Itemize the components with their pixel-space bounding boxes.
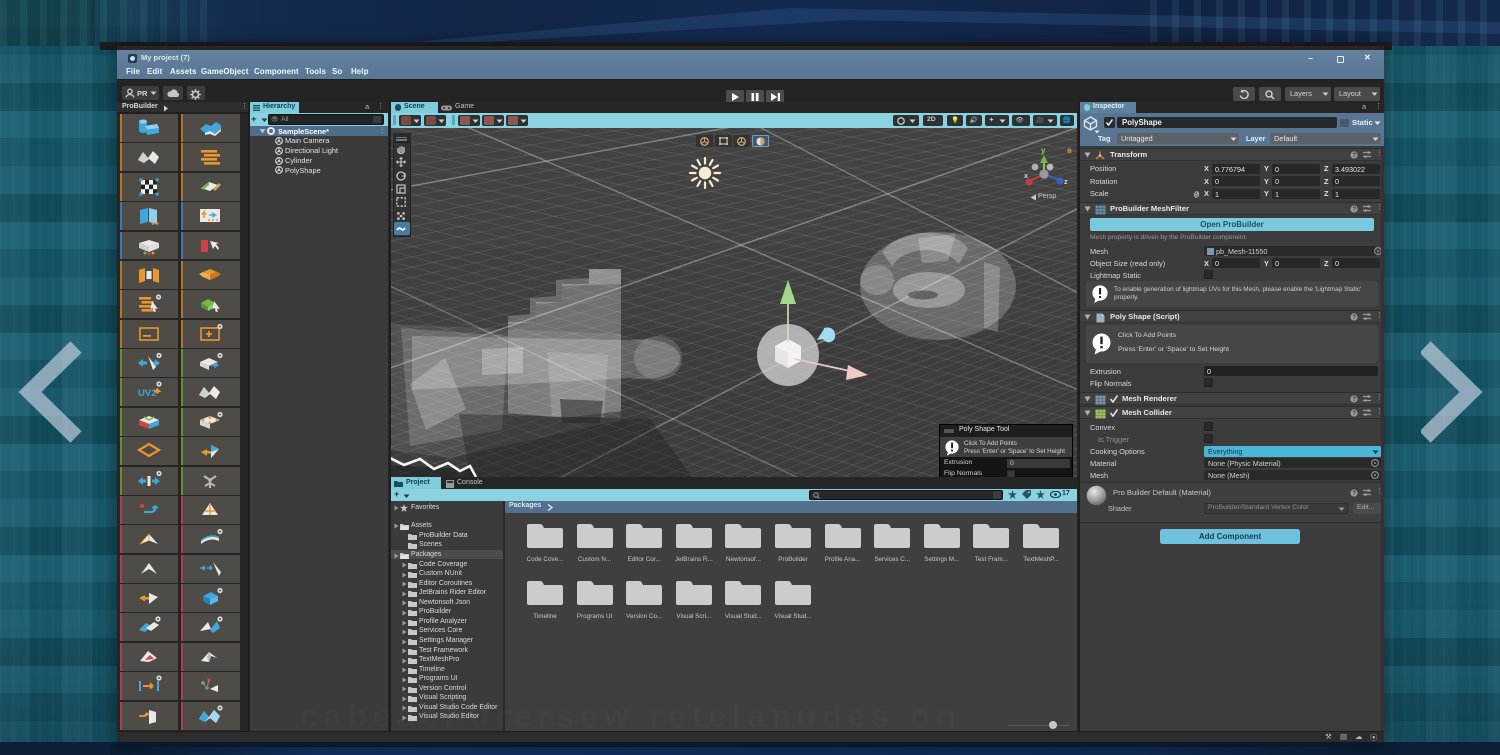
svg-text:?: ? <box>1352 315 1356 321</box>
svg-text:y: y <box>1041 146 1046 155</box>
svg-text:UV2: UV2 <box>138 388 156 399</box>
svg-text:?: ? <box>1352 207 1356 213</box>
svg-text:?: ? <box>1352 397 1356 403</box>
svg-text:?: ? <box>1352 153 1356 159</box>
svg-text:?: ? <box>1352 411 1356 417</box>
svg-text:?: ? <box>1352 491 1356 497</box>
svg-text:z: z <box>1064 177 1068 186</box>
